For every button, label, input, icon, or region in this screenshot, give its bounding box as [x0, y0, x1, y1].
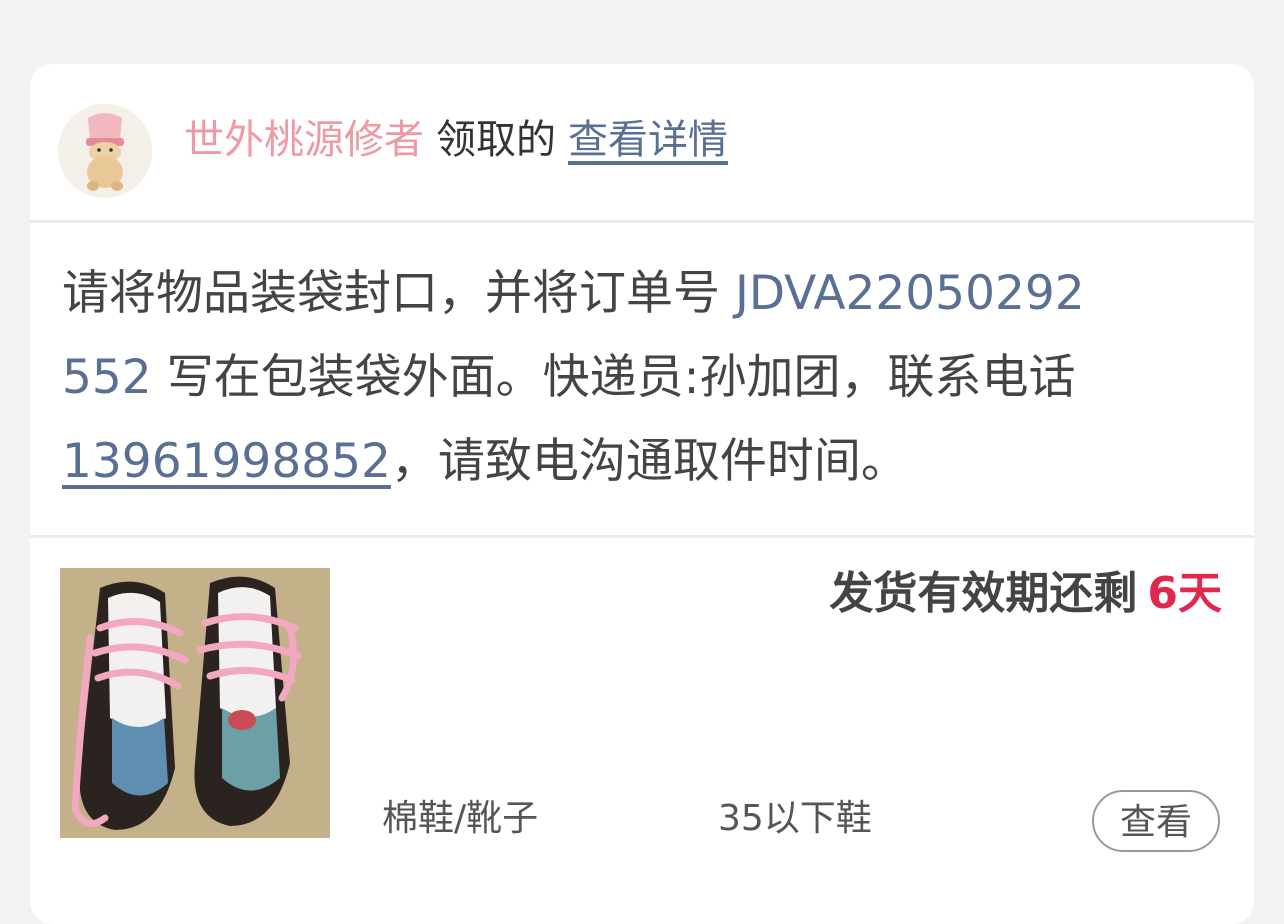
- item-row: 发货有效期还剩 6天 棉鞋/靴子 35以下鞋 查看: [30, 538, 1254, 924]
- header-line: 世外桃源修者 领取的 查看详情: [184, 110, 728, 170]
- view-details-link[interactable]: 查看详情: [568, 117, 728, 163]
- message-line-2: 552 写在包装袋外面。快递员:孙加团，联系电话: [62, 343, 1076, 413]
- item-thumbnail[interactable]: [60, 568, 330, 838]
- user-avatar[interactable]: [58, 104, 152, 198]
- message-text: ，请致电沟通取件时间。: [390, 434, 908, 489]
- message-text: 写在包装袋外面。快递员:孙加团，联系电话: [151, 350, 1076, 405]
- deadline-label: 发货有效期还剩: [829, 568, 1138, 619]
- message-text: 请将物品装袋封口，并将订单号: [62, 266, 735, 321]
- sneakers-photo-icon: [60, 568, 330, 838]
- item-category: 棉鞋/靴子: [382, 798, 539, 839]
- shipping-deadline: 发货有效期还剩 6天: [829, 564, 1222, 624]
- order-card: 世外桃源修者 领取的 查看详情 请将物品装袋封口，并将订单号 JDVA2205029…: [30, 64, 1254, 924]
- pickup-instructions: 请将物品装袋封口，并将订单号 JDVA22050292 552 写在包装袋外面。…: [30, 223, 1254, 538]
- deadline-days: 6天: [1147, 568, 1222, 619]
- message-line-3: 13961998852，请致电沟通取件时间。: [62, 427, 908, 497]
- order-number: JDVA22050292: [734, 266, 1085, 321]
- plush-toy-avatar-icon: [58, 104, 152, 198]
- message-line-1: 请将物品装袋封口，并将订单号 JDVA22050292: [62, 259, 1085, 329]
- courier-phone-link[interactable]: 13961998852: [62, 434, 391, 489]
- item-size: 35以下鞋: [718, 798, 872, 839]
- username[interactable]: 世外桃源修者: [184, 117, 424, 163]
- order-number-continued: 552: [62, 350, 152, 405]
- view-button[interactable]: 查看: [1092, 790, 1220, 852]
- card-header: 世外桃源修者 领取的 查看详情: [30, 64, 1254, 223]
- action-text: 领取的: [436, 117, 556, 163]
